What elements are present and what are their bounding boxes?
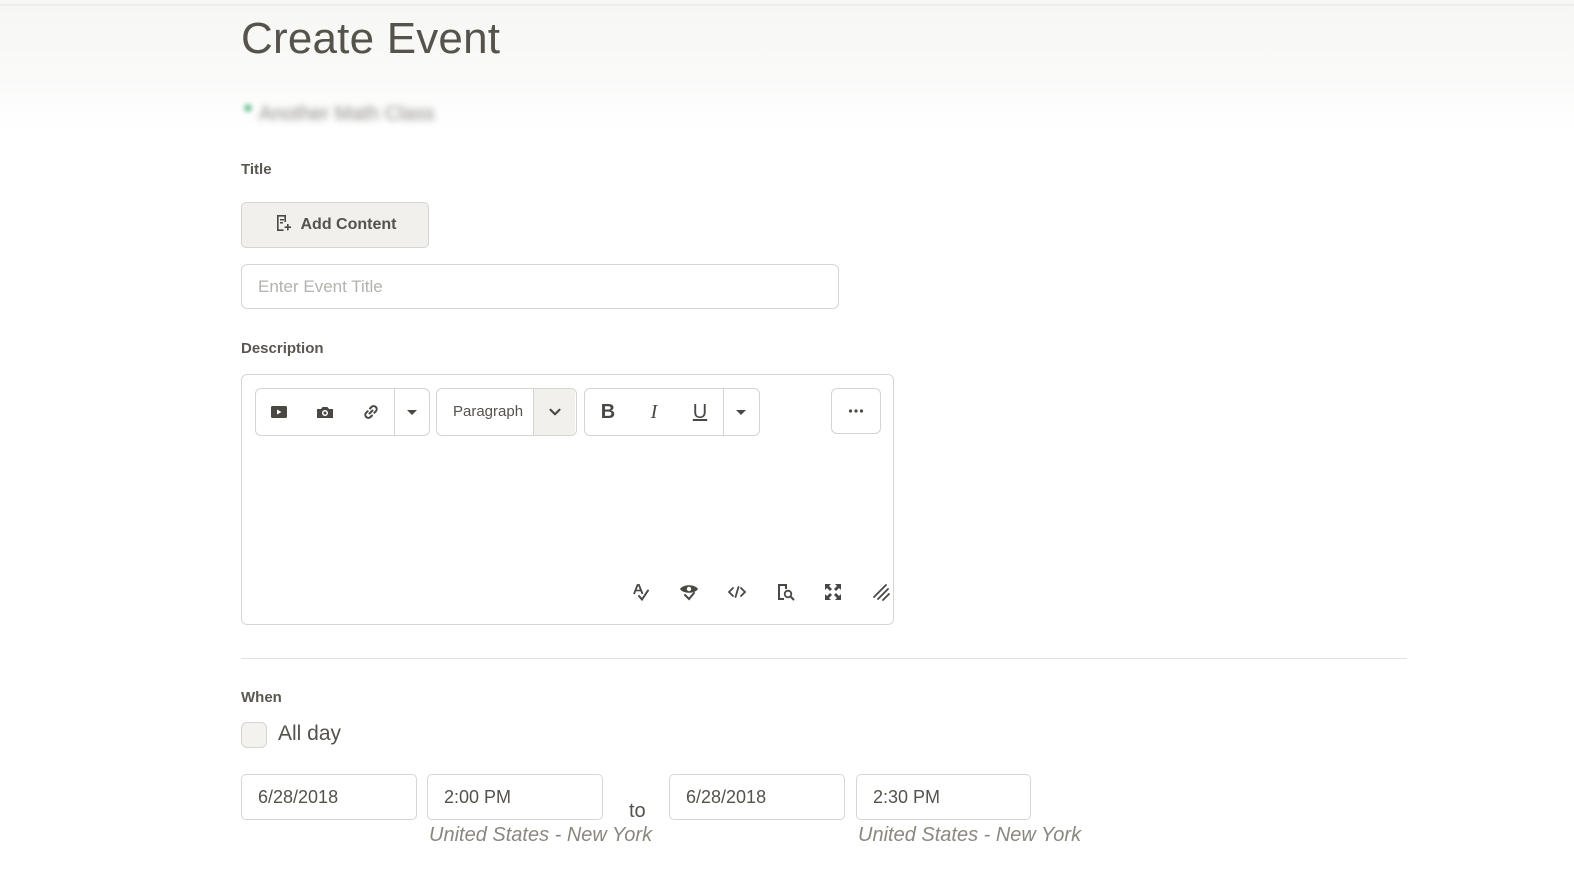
insert-more-dropdown[interactable] bbox=[395, 389, 429, 435]
end-timezone: United States - New York bbox=[858, 824, 1082, 846]
resize-handle-icon bbox=[873, 584, 890, 601]
text-format-toolbar-group: B I U bbox=[584, 388, 760, 436]
source-code-button[interactable] bbox=[713, 580, 761, 604]
insert-video-button[interactable] bbox=[256, 389, 302, 435]
description-label: Description bbox=[241, 340, 324, 357]
video-icon bbox=[271, 406, 287, 418]
end-date-input[interactable]: 6/28/2018 bbox=[669, 774, 845, 820]
page-title: Create Event bbox=[241, 14, 501, 63]
resize-handle[interactable] bbox=[857, 580, 905, 604]
start-timezone: United States - New York bbox=[429, 824, 653, 846]
chevron-down-icon bbox=[533, 389, 575, 435]
to-label: to bbox=[629, 800, 646, 822]
insert-image-button[interactable] bbox=[302, 389, 348, 435]
spellcheck-button[interactable] bbox=[617, 580, 665, 604]
more-options-button[interactable] bbox=[831, 388, 881, 434]
block-format-select[interactable]: Paragraph bbox=[436, 388, 577, 436]
accessibility-check-icon bbox=[680, 585, 698, 601]
start-date-input[interactable]: 6/28/2018 bbox=[241, 774, 417, 820]
fullscreen-icon bbox=[825, 584, 841, 600]
when-label: When bbox=[241, 689, 282, 706]
format-more-dropdown[interactable] bbox=[724, 389, 758, 435]
add-content-button[interactable]: Add Content bbox=[241, 202, 429, 248]
add-content-label: Add Content bbox=[300, 216, 397, 233]
camera-icon bbox=[317, 407, 333, 418]
insert-toolbar-group bbox=[255, 388, 430, 436]
start-time-input[interactable]: 2:00 PM bbox=[427, 774, 603, 820]
source-code-icon bbox=[727, 586, 747, 598]
all-day-label: All day bbox=[278, 722, 342, 745]
event-title-input[interactable] bbox=[241, 264, 839, 309]
editor-bottom-tools bbox=[617, 580, 905, 604]
caret-down-icon bbox=[407, 410, 417, 415]
top-rule bbox=[0, 4, 1574, 6]
add-content-icon bbox=[274, 214, 292, 237]
description-editor[interactable]: Paragraph B I U bbox=[241, 374, 894, 625]
link-icon bbox=[364, 405, 378, 419]
bold-button[interactable]: B bbox=[585, 389, 631, 435]
fullscreen-button[interactable] bbox=[809, 580, 857, 604]
title-label: Title bbox=[241, 161, 272, 178]
all-day-checkbox[interactable] bbox=[241, 722, 267, 748]
preview-icon bbox=[778, 584, 795, 601]
end-time-input[interactable]: 2:30 PM bbox=[856, 774, 1031, 820]
more-icon bbox=[848, 409, 864, 413]
underline-button[interactable]: U bbox=[677, 389, 723, 435]
insert-link-button[interactable] bbox=[348, 389, 394, 435]
course-name: Another Math Class bbox=[259, 103, 435, 125]
section-divider bbox=[241, 658, 1407, 659]
block-format-value: Paragraph bbox=[453, 403, 524, 420]
header-band bbox=[0, 0, 1574, 130]
caret-down-icon bbox=[736, 410, 746, 415]
accessibility-check-button[interactable] bbox=[665, 580, 713, 604]
italic-button[interactable]: I bbox=[631, 389, 677, 435]
preview-button[interactable] bbox=[761, 580, 809, 604]
spellcheck-icon bbox=[633, 584, 649, 602]
